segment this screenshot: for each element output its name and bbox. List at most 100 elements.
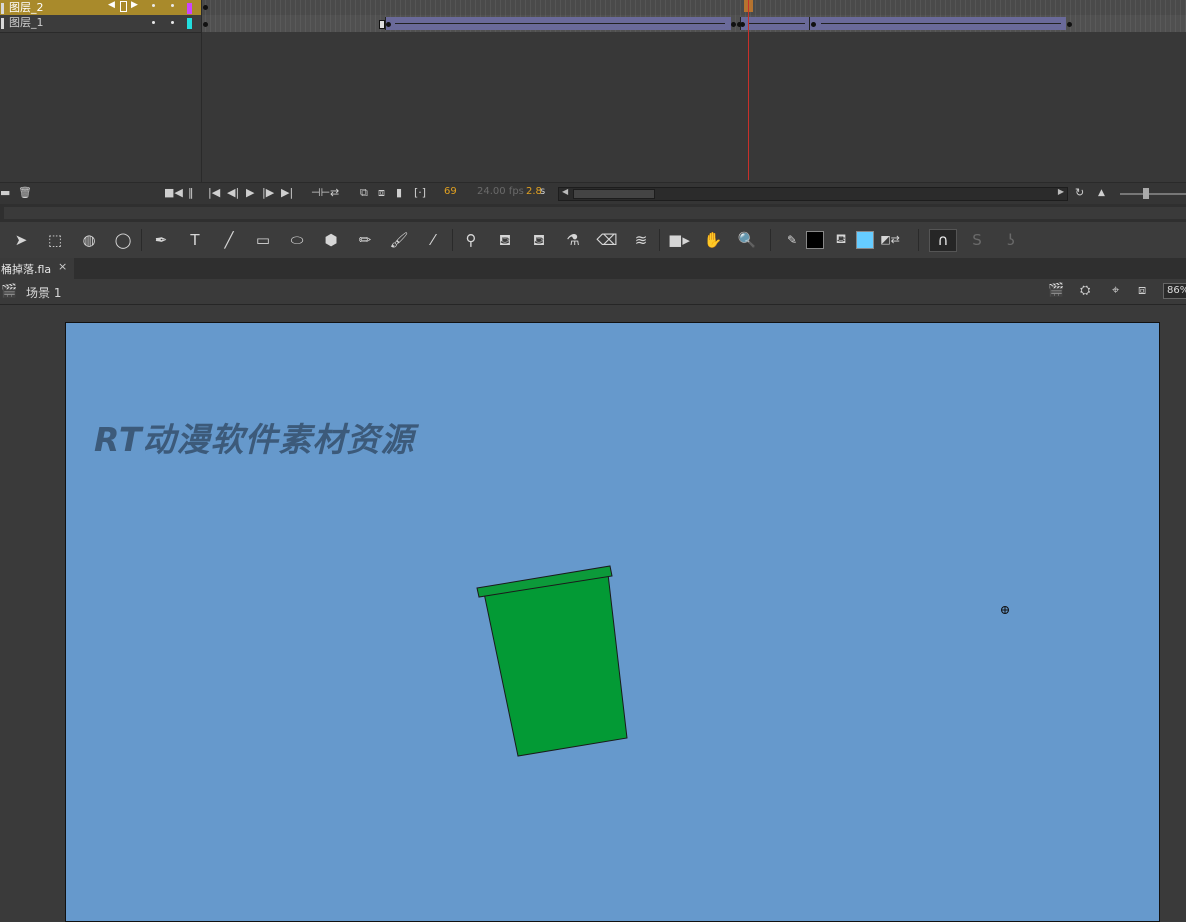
watermark-text: RT动漫软件素材资源 [94, 420, 415, 459]
layer-type-icon [1, 3, 4, 14]
pencil-tool-icon[interactable]: ✏ [354, 230, 376, 250]
keyframe-dot[interactable] [386, 22, 391, 27]
layer-color-tag[interactable] [187, 18, 192, 29]
brush-tool-icon[interactable]: 🖌 [388, 230, 410, 250]
timeline-controls: ▬ 🗑 ■◀ ‖ |◀ ◀| ▶ |▶ ▶| ⊣⊢ ⇄ ⧉ ⧈ ▮ [·] 69… [0, 182, 1186, 205]
layer-row[interactable]: 图层_1 [0, 15, 1186, 33]
step-forward-icon[interactable]: |▶ [262, 186, 274, 200]
bucket-graphic[interactable] [471, 560, 641, 760]
tool-separator [141, 229, 142, 251]
keyframe-toggle-icon[interactable] [120, 1, 127, 12]
scroll-left-icon[interactable]: ◀ [562, 187, 568, 196]
loop-icon[interactable]: ⊣⊢ [311, 186, 330, 200]
eraser-tool-icon[interactable]: ⌫ [596, 230, 618, 250]
lasso-tool-icon[interactable]: ◯ [112, 230, 134, 250]
edit-scene-icon[interactable]: 🎬 [1048, 283, 1064, 298]
timeline-divider[interactable] [201, 0, 202, 182]
stage-canvas[interactable]: RT动漫软件素材资源 [65, 322, 1160, 922]
line-tool-icon[interactable]: ╱ [218, 230, 240, 250]
onion-skin-icon[interactable]: ⧉ [360, 186, 368, 200]
camera-tool-icon[interactable]: ■▸ [668, 230, 690, 250]
keyframe-dot[interactable] [731, 22, 736, 27]
layer-name[interactable]: 图层_2 [9, 1, 44, 15]
timeline-zoom-knob[interactable] [1143, 188, 1149, 199]
frame-rate[interactable]: 24.00 fps [477, 186, 524, 197]
tool-separator [452, 229, 453, 251]
keyframe-dot[interactable] [203, 22, 208, 27]
3d-rotation-tool-icon[interactable]: ◍ [78, 230, 100, 250]
keyframe-dot[interactable] [811, 22, 816, 27]
layer-frames[interactable] [201, 15, 1186, 32]
clapperboard-icon: 🎬 [1, 284, 18, 299]
layer-name-cell[interactable]: 图层_1 [0, 15, 201, 33]
playhead[interactable] [748, 0, 749, 180]
timeline-scrollbar[interactable]: ◀ ▶ [558, 187, 1068, 201]
tool-separator [770, 229, 771, 251]
stroke-color-pencil-icon[interactable]: ✎ [781, 230, 803, 250]
edit-symbol-icon[interactable]: ⛭ [1080, 283, 1090, 298]
scroll-right-icon[interactable]: ▶ [1058, 187, 1064, 196]
next-keyframe-icon[interactable]: ▶ [131, 0, 138, 10]
edit-bar: 🎬 场景 1 🎬 ⛭ ⌖ ⧈ 86% [0, 279, 1186, 305]
zoom-tool-icon[interactable]: 🔍 [736, 230, 758, 250]
bone-tool-icon[interactable]: ⚲ [460, 230, 482, 250]
lock-dot-icon[interactable] [171, 21, 174, 24]
pen-tool-icon[interactable]: ✒ [150, 230, 172, 250]
last-frame-icon[interactable]: ▶| [281, 186, 293, 200]
layer-name[interactable]: 图层_1 [9, 16, 44, 30]
keyframe-dot[interactable] [203, 5, 208, 10]
straighten-icon[interactable]: ʖ [1000, 230, 1022, 250]
parent-view-icon[interactable]: ‖ [188, 186, 194, 200]
eyedropper-tool-icon[interactable]: ⚗ [562, 230, 584, 250]
document-tab-label[interactable]: 桶掉落.fla [1, 261, 51, 277]
clip-content-icon[interactable]: ⧈ [1138, 283, 1146, 298]
paint-bucket-tool-icon[interactable]: ⛾ [494, 230, 516, 250]
center-frame-icon[interactable]: ⇄ [330, 186, 339, 200]
document-tab[interactable]: 桶掉落.fla × [0, 258, 74, 279]
camera-layer-icon[interactable]: ■◀ [164, 186, 183, 200]
onion-markers-icon[interactable]: [·] [414, 186, 426, 200]
step-back-icon[interactable]: ◀| [227, 186, 239, 200]
trash-icon[interactable]: 🗑 [18, 186, 32, 200]
subselection-tool-icon[interactable]: ⬚ [44, 230, 66, 250]
close-icon[interactable]: × [58, 260, 67, 273]
rectangle-tool-icon[interactable]: ▭ [252, 230, 274, 250]
first-frame-icon[interactable]: |◀ [208, 186, 220, 200]
visibility-dot-icon[interactable] [152, 4, 155, 7]
keyframe-dot[interactable] [1067, 22, 1072, 27]
polystar-tool-icon[interactable]: ⬢ [320, 230, 342, 250]
swap-colors-icon[interactable]: ◩⇄ [879, 230, 901, 250]
ink-bottle-tool-icon[interactable]: ⛾ [528, 230, 550, 250]
layer-color-tag[interactable] [187, 3, 192, 14]
edit-multiple-frames-icon[interactable]: ▮ [396, 186, 402, 200]
smooth-icon[interactable]: S [966, 230, 988, 250]
width-tool-icon[interactable]: ≋ [630, 230, 652, 250]
keyframe-dot[interactable] [740, 22, 745, 27]
paint-brush-tool-icon[interactable]: ⁄ [422, 230, 444, 250]
tool-separator [918, 229, 919, 251]
tween-arrow [749, 23, 805, 24]
lock-dot-icon[interactable] [171, 4, 174, 7]
prev-keyframe-icon[interactable]: ◀ [108, 0, 115, 10]
fill-color-bucket-icon[interactable]: ⛾ [830, 230, 852, 250]
hand-tool-icon[interactable]: ✋ [702, 230, 724, 250]
panel-divider-inner [4, 207, 1186, 219]
oval-tool-icon[interactable]: ⬭ [286, 230, 308, 250]
visibility-dot-icon[interactable] [152, 21, 155, 24]
timeline-zoom-slider[interactable] [1120, 193, 1186, 195]
scrollbar-thumb[interactable] [573, 189, 655, 199]
zoom-out-timeline-icon[interactable]: ▲ [1098, 186, 1105, 200]
center-stage-icon[interactable]: ⌖ [1112, 283, 1119, 298]
onion-outline-icon[interactable]: ⧈ [378, 186, 385, 200]
zoom-level-field[interactable]: 86% [1163, 283, 1186, 299]
stroke-color-swatch[interactable] [806, 231, 824, 249]
selection-tool-icon[interactable]: ➤ [10, 230, 32, 250]
fill-color-swatch[interactable] [856, 231, 874, 249]
snap-to-objects-button[interactable]: ∩ [929, 229, 957, 252]
scene-breadcrumb[interactable]: 场景 1 [26, 284, 61, 301]
text-tool-icon[interactable]: T [184, 230, 206, 250]
refresh-icon[interactable]: ↻ [1075, 186, 1084, 200]
new-folder-icon[interactable]: ▬ [0, 186, 10, 200]
play-icon[interactable]: ▶ [246, 186, 254, 200]
current-frame[interactable]: 69 [444, 186, 457, 197]
